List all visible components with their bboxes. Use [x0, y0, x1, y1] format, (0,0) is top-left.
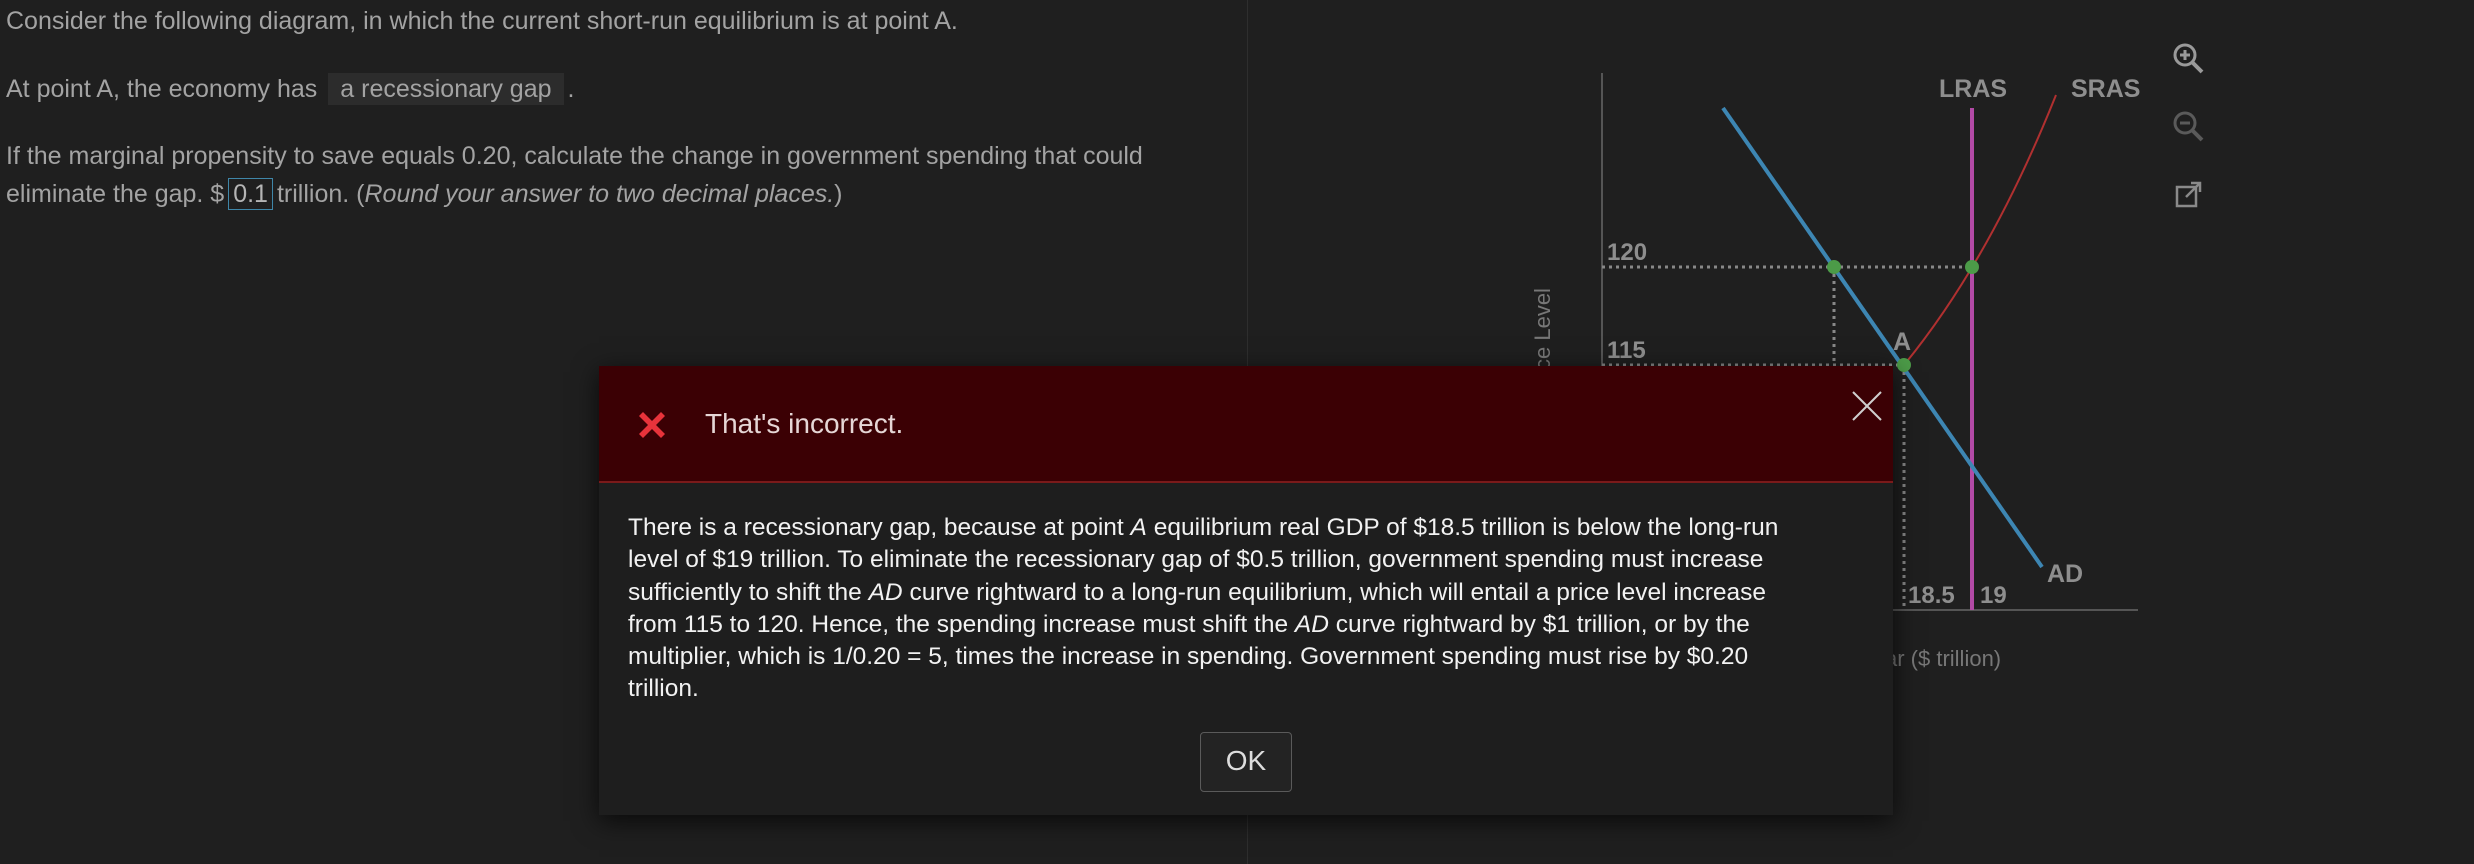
explanation-text: equilibrium real GDP of $18.5 trillion i… — [1146, 514, 1779, 541]
question-line-2-suffix: . — [567, 75, 575, 103]
zoom-out-icon[interactable] — [2170, 108, 2206, 144]
question-line-2-prefix: At point A, the economy has — [6, 75, 318, 103]
question-line-4-end: ) — [834, 180, 843, 208]
y-tick-115: 115 — [1607, 337, 1646, 364]
explanation-line-4: from 115 to 120. Hence, the spending inc… — [628, 609, 1868, 641]
x-axis-label: ar ($ trillion) — [1885, 646, 2001, 671]
explanation-text: from 115 to 120. Hence, the spending inc… — [628, 610, 1295, 638]
external-link-icon[interactable] — [2170, 177, 2206, 213]
explanation-line-6: trillion. — [628, 675, 699, 703]
explanation-line-5: multiplier, which is 1/0.20 = 5, times t… — [628, 643, 1749, 671]
y-tick-120: 120 — [1607, 239, 1647, 266]
question-line-2: At point A, the economy has a recessiona… — [6, 70, 574, 108]
explanation-line-1: There is a recessionary gap, because at … — [628, 512, 1868, 544]
explanation-text: There is a recessionary gap, because at … — [628, 514, 1131, 541]
explanation-italic: AD — [868, 578, 903, 606]
explanation-line-3: sufficiently to shift the AD curve right… — [628, 577, 1868, 609]
point-a — [1897, 358, 1911, 372]
error-x-icon — [635, 408, 669, 442]
close-icon[interactable] — [1849, 388, 1885, 424]
explanation-italic: A — [1130, 514, 1147, 541]
new-equilibrium-point — [1827, 260, 1841, 274]
feedback-explanation: There is a recessionary gap, because at … — [628, 512, 1868, 706]
sras-curve — [1903, 94, 2057, 366]
spending-answer-input[interactable]: 0.1 — [228, 178, 273, 210]
question-line-4-prefix: eliminate the gap. $ — [6, 180, 225, 208]
x-tick-18-5: 18.5 — [1908, 582, 1955, 609]
long-run-point — [1965, 260, 1979, 274]
explanation-italic: AD — [1294, 610, 1329, 638]
sras-label: SRAS — [2071, 75, 2140, 103]
ad-label: AD — [2047, 560, 2083, 588]
feedback-dialog-header: That's incorrect. — [599, 366, 1893, 483]
explanation-text: curve rightward to a long-run equilibriu… — [902, 578, 1766, 606]
feedback-dialog: That's incorrect. There is a recessionar… — [599, 366, 1893, 815]
y-axis-label: ce Level — [1530, 288, 1555, 370]
point-a-label: A — [1893, 328, 1911, 356]
zoom-in-icon[interactable] — [2170, 40, 2206, 76]
question-line-4-mid: trillion. ( — [276, 180, 365, 208]
explanation-text: sufficiently to shift the — [628, 578, 869, 606]
explanation-text: curve rightward by $1 trillion, or by th… — [1328, 610, 1750, 638]
question-line-1: Consider the following diagram, in which… — [6, 7, 958, 35]
rounding-instruction: Round your answer to two decimal places. — [364, 180, 835, 208]
feedback-title: That's incorrect. — [705, 408, 904, 439]
x-tick-19: 19 — [1980, 582, 2007, 609]
explanation-line-2: level of $19 trillion. To eliminate the … — [628, 546, 1764, 574]
lras-label: LRAS — [1939, 75, 2007, 103]
question-line-3: If the marginal propensity to save equal… — [6, 142, 1143, 170]
question-line-4: eliminate the gap. $0.1 trillion. (Round … — [6, 175, 843, 213]
gap-answer-dropdown[interactable]: a recessionary gap — [328, 73, 564, 105]
ok-button[interactable]: OK — [1200, 732, 1292, 792]
